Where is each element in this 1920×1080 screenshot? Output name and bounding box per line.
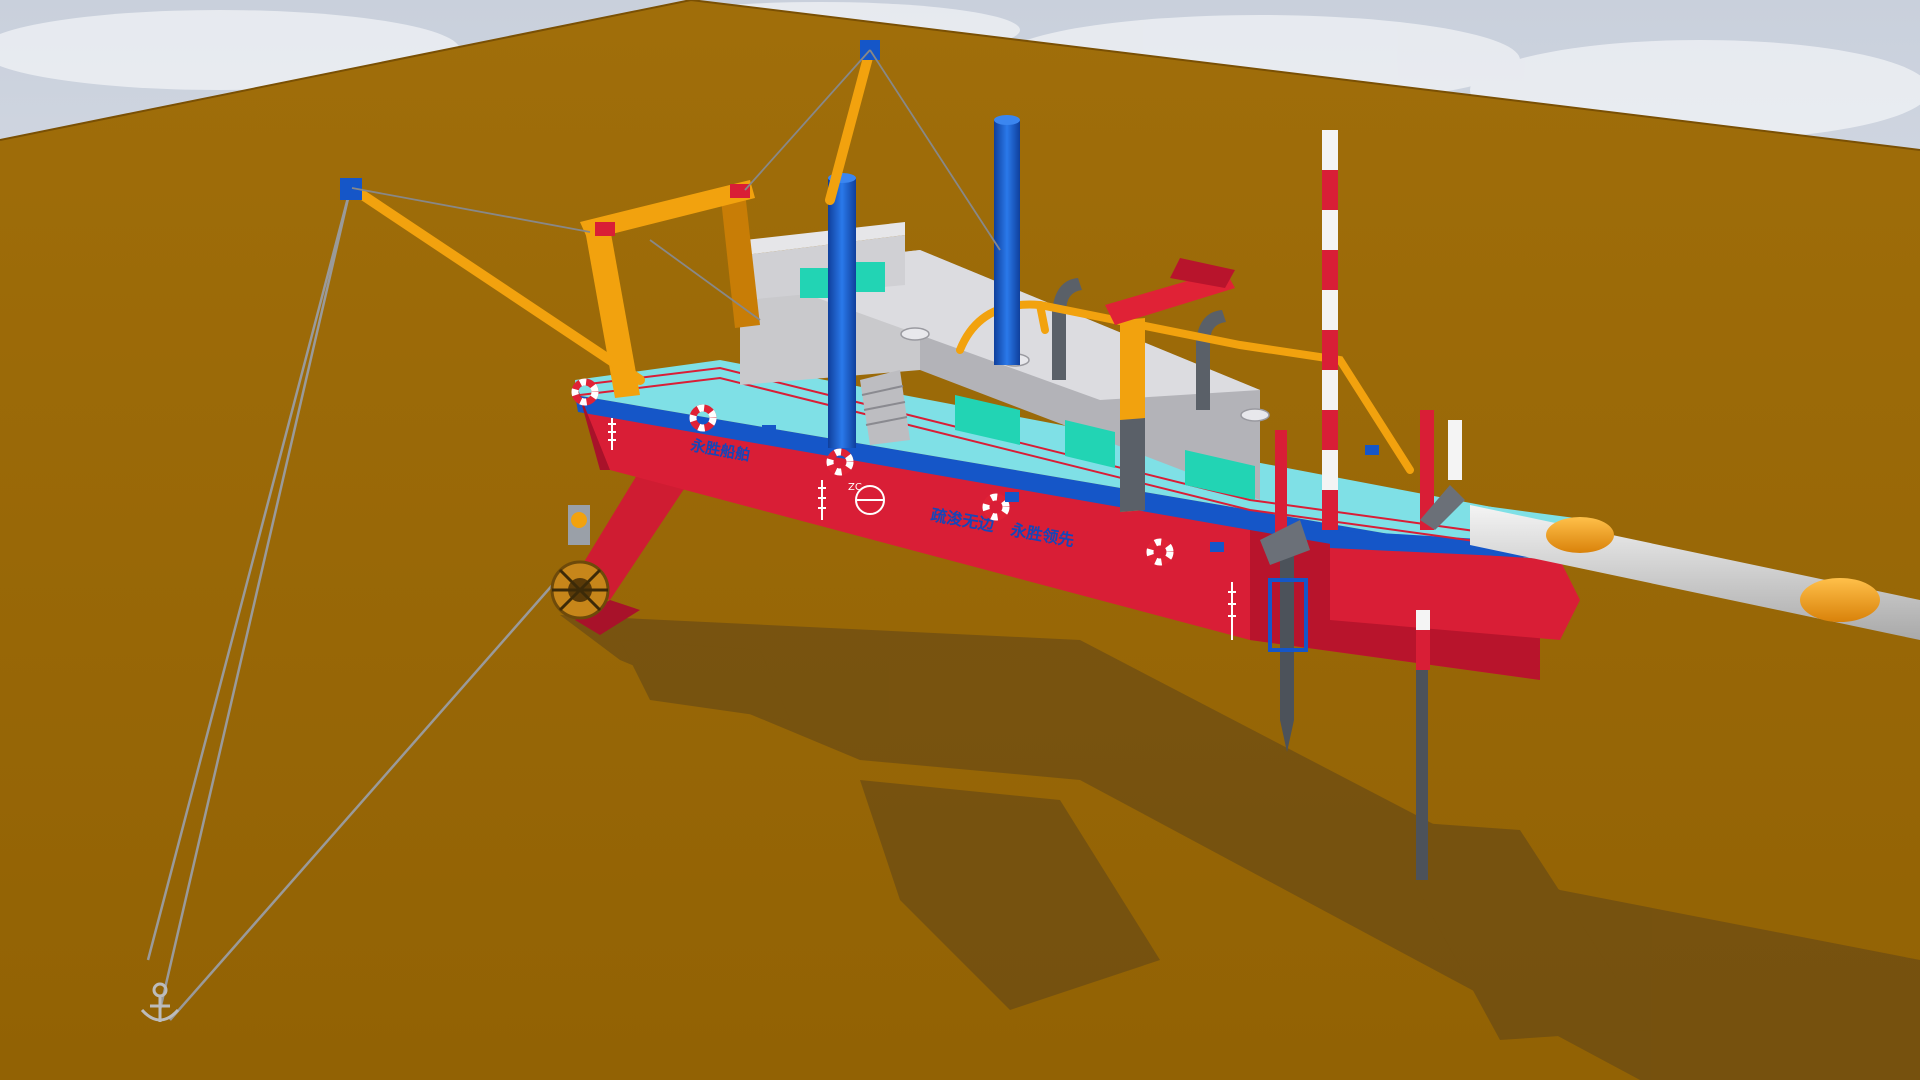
mast-front <box>828 178 856 448</box>
mast-rear <box>994 120 1020 365</box>
ladder-winch <box>568 505 590 545</box>
cabin-window <box>855 262 885 292</box>
dredger-scene: 永胜船舶 疏浚无边 永胜领先 ZC <box>0 0 1920 1080</box>
cabin-window <box>800 268 832 298</box>
pipe-float <box>1800 578 1880 622</box>
logo-letters: ZC <box>848 482 862 493</box>
pipe-float <box>1546 517 1614 553</box>
